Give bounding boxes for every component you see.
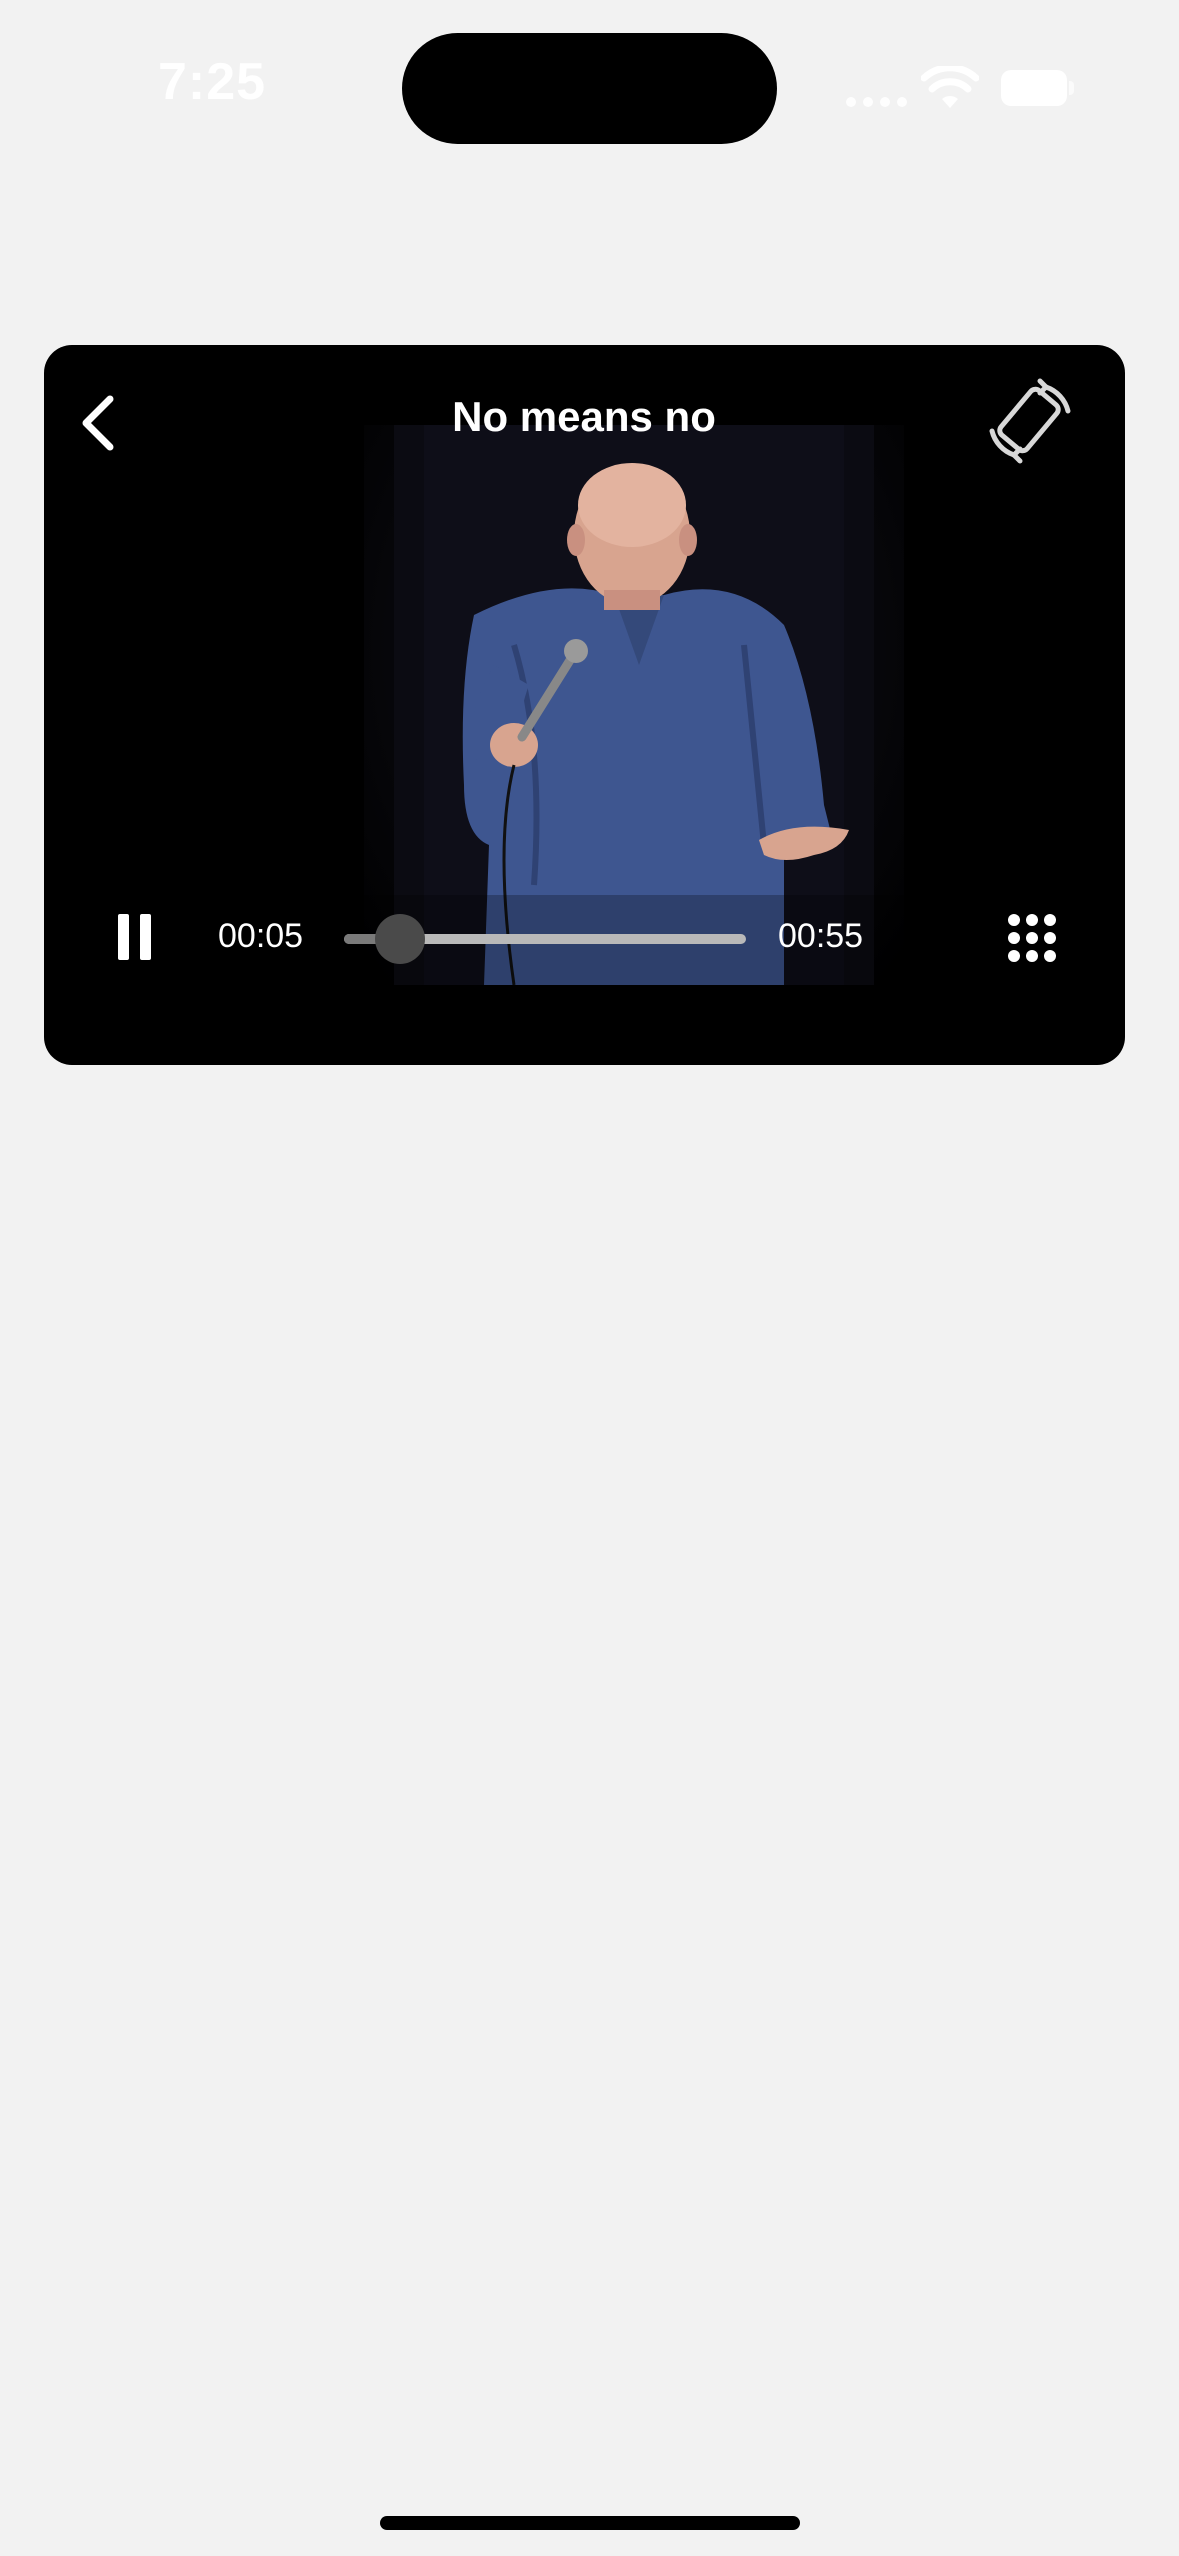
status-time: 7:25 — [158, 53, 267, 111]
home-indicator[interactable] — [380, 2516, 800, 2530]
grid-dots-icon[interactable] — [1006, 912, 1058, 964]
pause-button[interactable] — [102, 902, 172, 972]
cellular-signal-icon — [846, 95, 908, 107]
seek-thumb[interactable] — [375, 914, 426, 964]
dynamic-island — [402, 33, 777, 144]
video-player[interactable]: No means no 00:05 00:55 — [44, 345, 1125, 1065]
player-top-bar: No means no — [44, 345, 1125, 485]
chevron-left-icon[interactable] — [62, 387, 134, 459]
seek-bar[interactable] — [344, 914, 746, 964]
battery-icon — [1001, 70, 1075, 106]
total-time: 00:55 — [778, 917, 864, 955]
wifi-icon — [921, 66, 979, 108]
rotate-device-icon[interactable] — [984, 373, 1078, 467]
status-bar: 7:25 — [0, 0, 1179, 180]
video-title: No means no — [452, 393, 716, 440]
current-time: 00:05 — [218, 917, 304, 955]
pause-icon — [118, 914, 129, 960]
player-controls: 00:05 00:55 — [44, 880, 1125, 1000]
